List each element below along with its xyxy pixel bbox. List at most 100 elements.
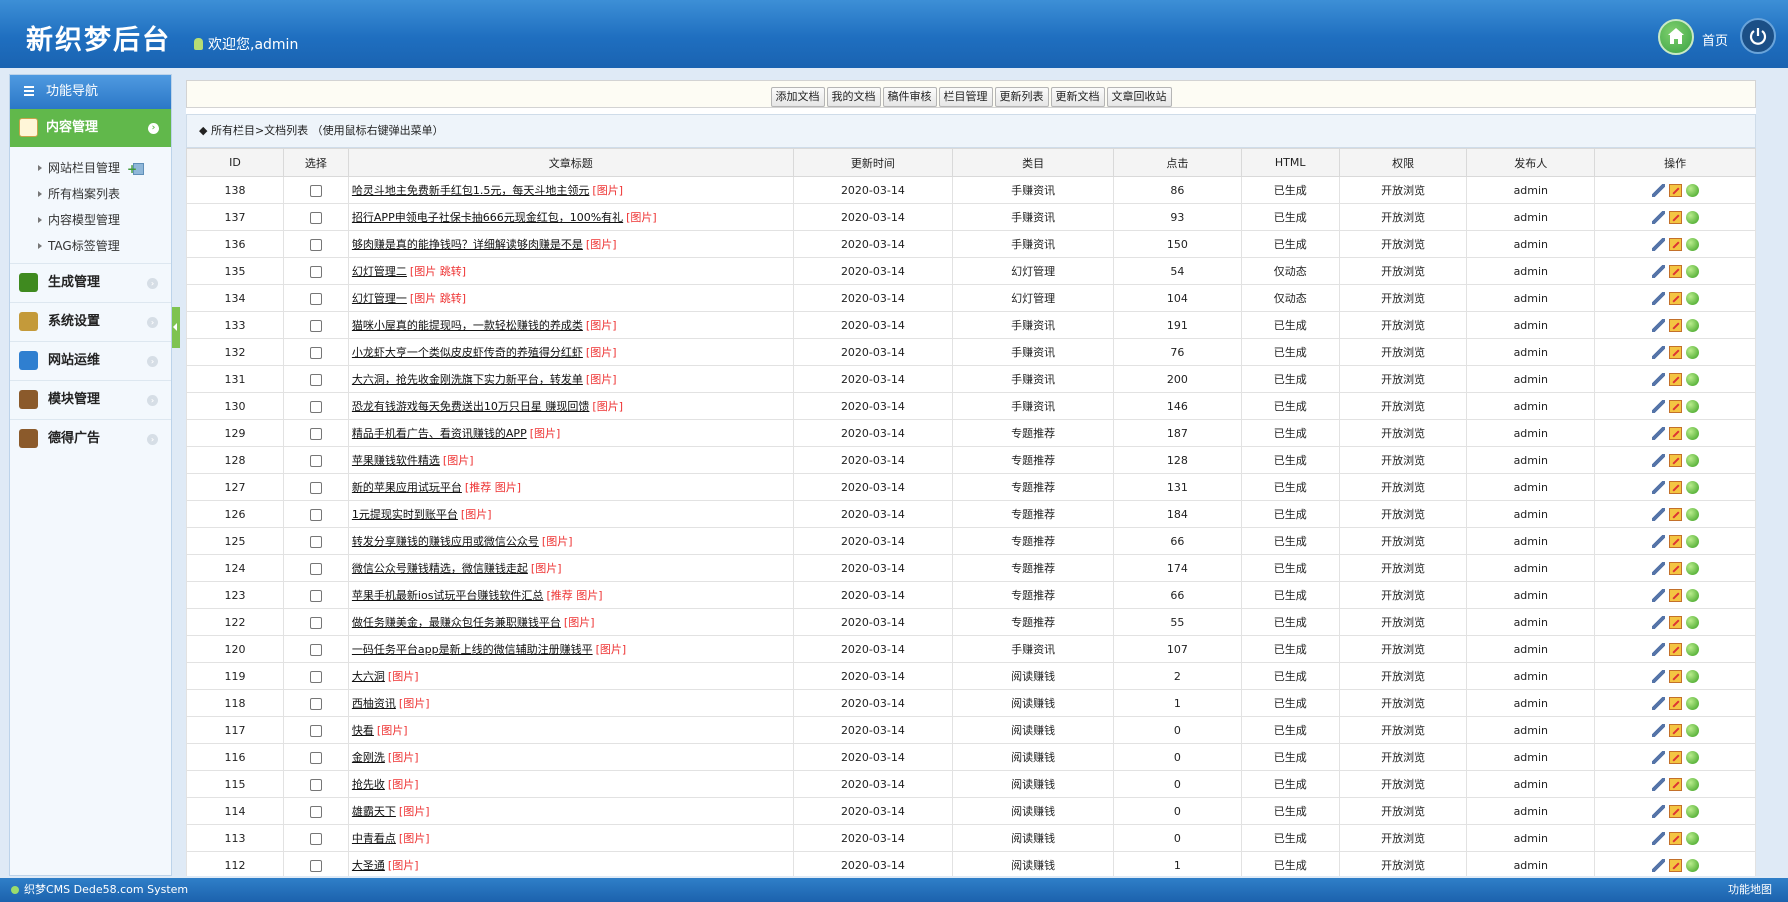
edit-tool-icon[interactable]: [1651, 561, 1665, 575]
edit-pencil-icon[interactable]: [1668, 615, 1682, 629]
row-checkbox[interactable]: [309, 508, 322, 521]
edit-pencil-icon[interactable]: [1668, 318, 1682, 332]
edit-tool-icon[interactable]: [1651, 345, 1665, 359]
toolbar-button[interactable]: 更新文档: [1050, 87, 1105, 107]
article-title-link[interactable]: 快看: [352, 724, 374, 737]
row-checkbox[interactable]: [309, 211, 322, 224]
preview-globe-icon[interactable]: [1685, 345, 1699, 359]
article-title-link[interactable]: 大六洞: [352, 670, 385, 683]
sidebar-subitem[interactable]: 内容模型管理: [10, 207, 171, 233]
article-title-link[interactable]: 西柚资讯: [352, 697, 396, 710]
edit-pencil-icon[interactable]: [1668, 831, 1682, 845]
article-title-link[interactable]: 精品手机看广告、看资讯赚钱的APP: [352, 427, 527, 440]
row-checkbox[interactable]: [309, 535, 322, 548]
preview-globe-icon[interactable]: [1685, 750, 1699, 764]
preview-globe-icon[interactable]: [1685, 804, 1699, 818]
preview-globe-icon[interactable]: [1685, 264, 1699, 278]
article-title-link[interactable]: 招行APP申领电子社保卡抽666元现金红包，100%有礼: [352, 211, 623, 224]
edit-pencil-icon[interactable]: [1668, 480, 1682, 494]
edit-tool-icon[interactable]: [1651, 750, 1665, 764]
article-title-link[interactable]: 小龙虾大亨一个类似皮皮虾传奇的养殖得分红虾: [352, 346, 583, 359]
sidebar-section-1[interactable]: 系统设置 ›: [10, 302, 171, 341]
edit-pencil-icon[interactable]: [1668, 723, 1682, 737]
site-map-link[interactable]: 功能地图: [1728, 878, 1772, 902]
edit-tool-icon[interactable]: [1651, 264, 1665, 278]
preview-globe-icon[interactable]: [1685, 615, 1699, 629]
edit-tool-icon[interactable]: [1651, 183, 1665, 197]
preview-globe-icon[interactable]: [1685, 588, 1699, 602]
preview-globe-icon[interactable]: [1685, 831, 1699, 845]
preview-globe-icon[interactable]: [1685, 237, 1699, 251]
edit-pencil-icon[interactable]: [1668, 642, 1682, 656]
sidebar-section-0[interactable]: 生成管理 ›: [10, 263, 171, 302]
home-icon[interactable]: [1658, 19, 1694, 55]
preview-globe-icon[interactable]: [1685, 399, 1699, 413]
row-checkbox[interactable]: [309, 400, 322, 413]
article-title-link[interactable]: 中青看点: [352, 832, 396, 845]
toolbar-button[interactable]: 文章回收站: [1106, 87, 1172, 107]
toolbar-button[interactable]: 稿件审核: [882, 87, 937, 107]
row-checkbox[interactable]: [309, 481, 322, 494]
row-checkbox[interactable]: [309, 238, 322, 251]
toolbar-button[interactable]: 栏目管理: [938, 87, 993, 107]
sidebar-section-3[interactable]: 模块管理 ›: [10, 380, 171, 419]
row-checkbox[interactable]: [309, 373, 322, 386]
edit-pencil-icon[interactable]: [1668, 858, 1682, 872]
edit-tool-icon[interactable]: [1651, 426, 1665, 440]
edit-tool-icon[interactable]: [1651, 480, 1665, 494]
row-checkbox[interactable]: [309, 832, 322, 845]
preview-globe-icon[interactable]: [1685, 696, 1699, 710]
row-checkbox[interactable]: [309, 562, 322, 575]
row-checkbox[interactable]: [309, 643, 322, 656]
preview-globe-icon[interactable]: [1685, 561, 1699, 575]
preview-globe-icon[interactable]: [1685, 858, 1699, 872]
edit-tool-icon[interactable]: [1651, 804, 1665, 818]
toolbar-button[interactable]: 更新列表: [994, 87, 1049, 107]
edit-pencil-icon[interactable]: [1668, 507, 1682, 521]
row-checkbox[interactable]: [309, 751, 322, 764]
article-title-link[interactable]: 哈灵斗地主免费新手红包1.5元，每天斗地主领元: [352, 184, 590, 197]
article-title-link[interactable]: 幻灯管理二: [352, 265, 407, 278]
article-title-link[interactable]: 微信公众号赚钱精选，微信赚钱走起: [352, 562, 528, 575]
edit-pencil-icon[interactable]: [1668, 183, 1682, 197]
edit-tool-icon[interactable]: [1651, 831, 1665, 845]
edit-pencil-icon[interactable]: [1668, 669, 1682, 683]
preview-globe-icon[interactable]: [1685, 210, 1699, 224]
row-checkbox[interactable]: [309, 265, 322, 278]
edit-pencil-icon[interactable]: [1668, 291, 1682, 305]
edit-pencil-icon[interactable]: [1668, 237, 1682, 251]
article-title-link[interactable]: 做任务赚美金，最赚众包任务兼职赚钱平台: [352, 616, 561, 629]
preview-globe-icon[interactable]: [1685, 318, 1699, 332]
edit-tool-icon[interactable]: [1651, 858, 1665, 872]
edit-tool-icon[interactable]: [1651, 210, 1665, 224]
preview-globe-icon[interactable]: [1685, 642, 1699, 656]
edit-tool-icon[interactable]: [1651, 399, 1665, 413]
edit-pencil-icon[interactable]: [1668, 804, 1682, 818]
edit-pencil-icon[interactable]: [1668, 534, 1682, 548]
edit-pencil-icon[interactable]: [1668, 588, 1682, 602]
edit-pencil-icon[interactable]: [1668, 453, 1682, 467]
preview-globe-icon[interactable]: [1685, 480, 1699, 494]
sidebar-section-2[interactable]: 网站运维 ›: [10, 341, 171, 380]
sidebar-section-content[interactable]: 内容管理 ›: [10, 109, 171, 147]
edit-pencil-icon[interactable]: [1668, 750, 1682, 764]
edit-tool-icon[interactable]: [1651, 372, 1665, 386]
preview-globe-icon[interactable]: [1685, 291, 1699, 305]
sidebar-section-4[interactable]: 德得广告 ›: [10, 419, 171, 458]
article-title-link[interactable]: 一码任务平台app是新上线的微信辅助注册赚钱平: [352, 643, 593, 656]
edit-tool-icon[interactable]: [1651, 588, 1665, 602]
edit-pencil-icon[interactable]: [1668, 399, 1682, 413]
preview-globe-icon[interactable]: [1685, 723, 1699, 737]
preview-globe-icon[interactable]: [1685, 453, 1699, 467]
preview-globe-icon[interactable]: [1685, 669, 1699, 683]
article-title-link[interactable]: 幻灯管理一: [352, 292, 407, 305]
article-title-link[interactable]: 金刚洗: [352, 751, 385, 764]
logout-power-icon[interactable]: [1740, 18, 1776, 54]
row-checkbox[interactable]: [309, 805, 322, 818]
article-title-link[interactable]: 够肉赚是真的能挣钱吗？详细解读够肉赚是不是: [352, 238, 583, 251]
edit-tool-icon[interactable]: [1651, 615, 1665, 629]
sidebar-subitem[interactable]: 网站栏目管理: [10, 155, 171, 182]
row-checkbox[interactable]: [309, 697, 322, 710]
preview-globe-icon[interactable]: [1685, 507, 1699, 521]
edit-pencil-icon[interactable]: [1668, 345, 1682, 359]
